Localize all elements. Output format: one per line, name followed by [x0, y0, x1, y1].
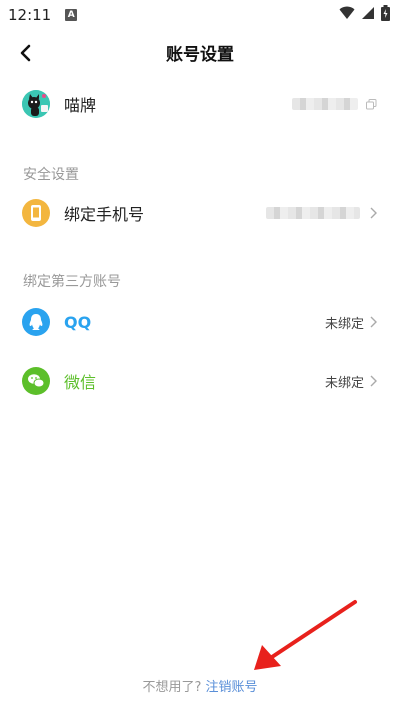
bind-wechat-row[interactable]: 微信 未绑定	[0, 361, 400, 401]
qq-icon	[22, 308, 50, 336]
battery-icon	[381, 5, 390, 25]
page-title: 账号设置	[166, 45, 234, 65]
masked-account-id	[292, 98, 358, 110]
footer: 不想用了? 注销账号	[0, 676, 400, 695]
signal-icon	[361, 6, 375, 24]
bind-phone-label: 绑定手机号	[64, 205, 145, 224]
header: 账号设置	[0, 30, 400, 76]
phone-icon	[22, 199, 50, 227]
section-title-security: 安全设置	[23, 167, 79, 183]
profile-name: 喵牌	[64, 96, 97, 115]
profile-row[interactable]: 喵牌	[0, 84, 400, 124]
status-bar: 12:11 A	[0, 0, 400, 30]
qq-label: QQ	[64, 312, 92, 332]
footer-question: 不想用了?	[142, 680, 202, 695]
status-time: 12:11	[8, 6, 52, 24]
wechat-status: 未绑定	[324, 375, 364, 391]
wechat-label: 微信	[64, 373, 97, 392]
delete-account-link[interactable]: 注销账号	[205, 680, 257, 695]
accessibility-badge-icon: A	[65, 9, 78, 21]
qq-status: 未绑定	[324, 316, 364, 332]
wifi-icon	[339, 6, 355, 24]
chevron-right-icon	[370, 316, 377, 328]
wechat-icon	[22, 367, 50, 395]
copy-icon[interactable]	[366, 95, 377, 114]
section-title-third-party: 绑定第三方账号	[23, 274, 121, 290]
avatar	[22, 90, 50, 118]
bind-qq-row[interactable]: QQ 未绑定	[0, 302, 400, 342]
masked-phone-number	[266, 207, 360, 219]
bind-phone-row[interactable]: 绑定手机号	[0, 193, 400, 233]
chevron-right-icon	[370, 207, 377, 219]
chevron-right-icon	[370, 375, 377, 387]
